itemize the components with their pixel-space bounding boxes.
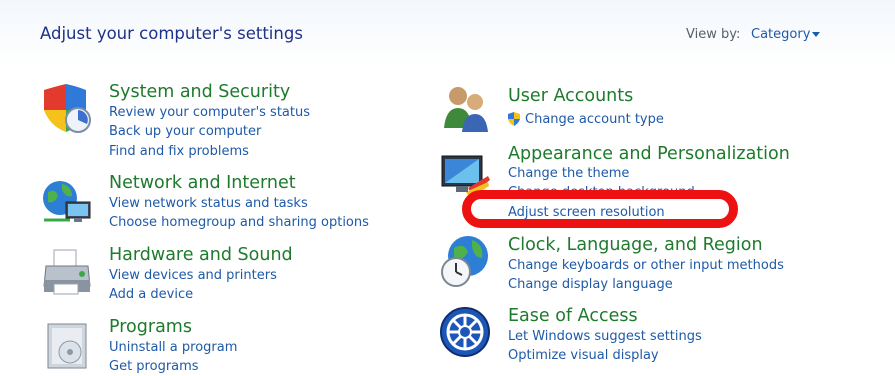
category-title-ease-of-access[interactable]: Ease of Access [508,305,638,327]
link-change-keyboards[interactable]: Change keyboards or other input methods [508,257,784,275]
link-find-and-fix-problems[interactable]: Find and fix problems [109,143,249,161]
monitor-icon[interactable] [438,150,492,204]
link-change-desktop-background[interactable]: Change desktop background [508,184,695,193]
link-uninstall-a-program[interactable]: Uninstall a program [109,339,237,357]
category-title-network-and-internet[interactable]: Network and Internet [109,172,296,194]
link-add-a-device[interactable]: Add a device [109,286,193,304]
globe-clock-icon[interactable] [438,234,492,288]
printer-icon[interactable] [40,246,94,300]
link-change-account-type[interactable]: Change account type [525,111,664,129]
link-adjust-screen-resolution[interactable]: Adjust screen resolution [508,204,665,222]
ease-of-access-icon[interactable] [438,305,492,359]
page-title: Adjust your computer's settings [40,24,303,43]
view-by-label: View by: [686,27,741,42]
network-icon[interactable] [40,176,94,230]
shield-icon[interactable] [40,82,94,136]
view-by-dropdown[interactable]: Category [751,27,810,42]
users-icon[interactable] [438,82,492,136]
link-back-up-computer[interactable]: Back up your computer [109,123,261,141]
chevron-down-icon[interactable] [812,32,820,37]
category-title-system-and-security[interactable]: System and Security [109,81,290,103]
category-title-hardware-and-sound[interactable]: Hardware and Sound [109,244,293,266]
category-title-clock-language-region[interactable]: Clock, Language, and Region [508,234,763,256]
category-title-appearance-and-personalization[interactable]: Appearance and Personalization [508,143,790,165]
link-get-programs[interactable]: Get programs [109,358,199,376]
link-view-devices-and-printers[interactable]: View devices and printers [109,267,277,285]
link-let-windows-suggest-settings[interactable]: Let Windows suggest settings [508,328,702,346]
uac-shield-icon [507,111,521,127]
category-title-user-accounts[interactable]: User Accounts [508,85,633,107]
link-change-display-language[interactable]: Change display language [508,276,673,294]
link-change-the-theme[interactable]: Change the theme [508,165,629,183]
link-view-network-status[interactable]: View network status and tasks [109,195,308,213]
link-choose-homegroup[interactable]: Choose homegroup and sharing options [109,214,369,232]
link-review-computer-status[interactable]: Review your computer's status [109,104,310,122]
programs-icon[interactable] [40,318,94,372]
link-optimize-visual-display[interactable]: Optimize visual display [508,347,659,365]
category-title-programs[interactable]: Programs [109,316,192,338]
